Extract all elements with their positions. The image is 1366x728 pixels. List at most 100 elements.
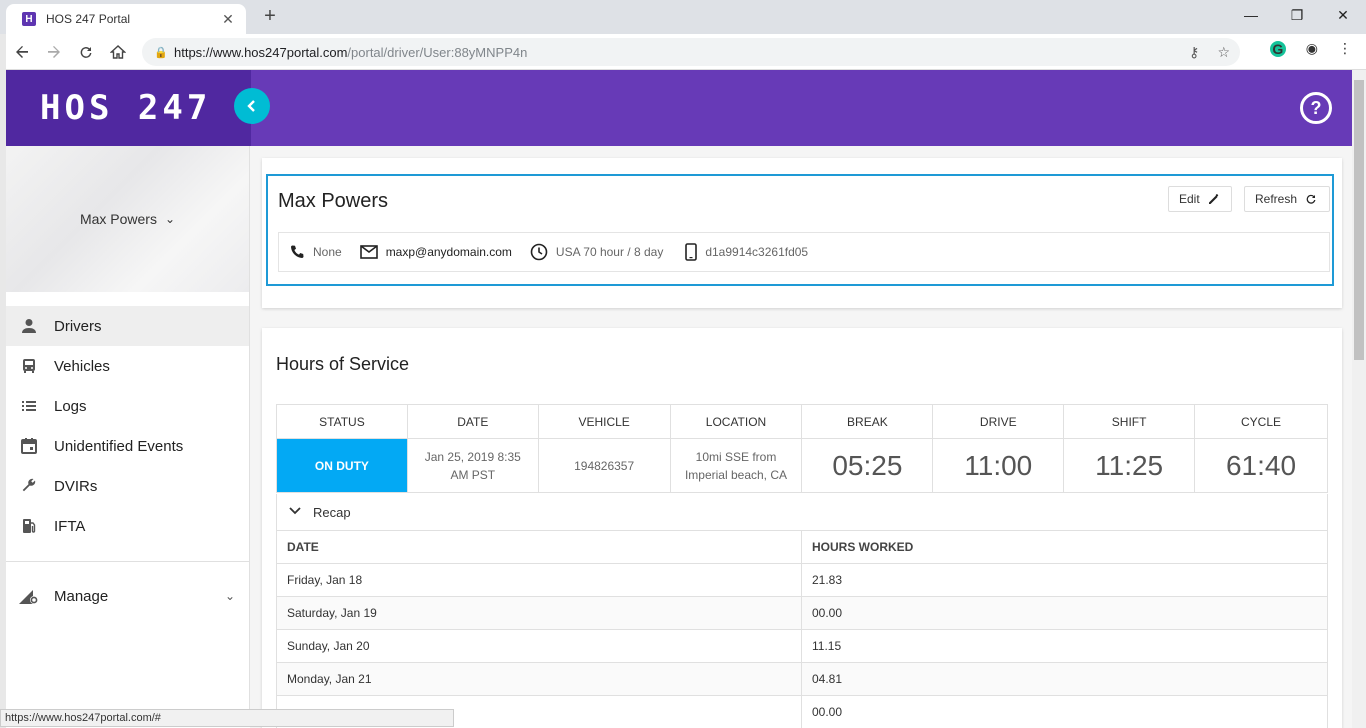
main-content: Max Powers Edit Refresh None maxp@anydom… [250,146,1352,728]
phone-value: None [313,245,342,259]
device-id-value: d1a9914c3261fd05 [705,245,809,259]
driver-info-row: None maxp@anydomain.com USA 70 hour / 8 … [278,232,1330,272]
page-scrollbar[interactable] [1352,70,1366,728]
sidebar-item-unidentified-events[interactable]: Unidentified Events [6,426,249,466]
recap-date: Monday, Jan 21 [276,662,802,696]
driver-name: Max Powers [278,190,389,212]
edit-label: Edit [1179,192,1200,206]
column-header: Location [669,404,803,439]
extensions: G ◉ ⋮ [1269,40,1352,57]
recap-table: Date Hours Worked Friday, Jan 18 21.83 S… [276,530,1328,728]
sidebar-item-vehicles[interactable]: Vehicles [6,346,249,386]
sidebar-item-logs[interactable]: Logs [6,386,249,426]
table-row: Saturday, Jan 19 00.00 [276,596,1328,630]
device-info: d1a9914c3261fd05 [685,243,808,261]
home-icon[interactable] [102,36,134,68]
column-header: Hours Worked [801,530,1328,564]
cycle-rule-info: USA 70 hour / 8 day [530,243,663,261]
url-path: /portal/driver/User:88yMNPP4n [347,44,528,60]
fuel-icon [18,517,40,535]
clock-icon [530,243,548,261]
manage-icon [18,586,40,606]
refresh-button[interactable]: Refresh [1244,186,1330,212]
profile-icon[interactable]: ◉ [1306,40,1318,57]
hos-vehicle: 194826357 [537,438,671,493]
column-header: Break [801,404,934,439]
browser-toolbar: 🔒 https://www.hos247portal.com/portal/dr… [0,34,1366,70]
scrollbar-thumb[interactable] [1354,80,1364,360]
status-badge: ON DUTY [276,438,408,493]
help-icon[interactable]: ? [1300,92,1332,124]
reload-icon[interactable] [70,36,102,68]
hours-of-service-card: Hours of Service Status Date Vehicle Loc… [262,328,1342,728]
key-icon[interactable]: ⚷ [1189,44,1199,61]
forward-icon[interactable] [38,36,70,68]
phone-device-icon [685,243,698,261]
star-icon[interactable]: ☆ [1217,44,1230,61]
chevron-down-icon: ⌄ [224,589,235,603]
menu-icon[interactable]: ⋮ [1338,40,1352,57]
sidebar-item-manage[interactable]: Manage ⌄ [6,576,249,616]
recap-hours: 04.81 [801,662,1328,696]
browser-status-bar: https://www.hos247portal.com/# [0,709,454,727]
phone-icon [289,244,305,260]
collapse-sidebar-icon[interactable] [234,88,270,124]
email-value: maxp@anydomain.com [385,245,512,259]
email-info: maxp@anydomain.com [359,245,512,259]
url-host: https://www.hos247portal.com [174,44,348,60]
window-close-icon[interactable]: ✕ [1320,0,1366,30]
chevron-down-icon [289,506,301,518]
sidebar-item-label: DVIRs [54,477,98,495]
sidebar-item-label: IFTA [54,517,86,535]
table-row: Monday, Jan 21 04.81 [276,662,1328,696]
driver-card: Max Powers Edit Refresh None maxp@anydom… [262,158,1342,308]
recap-header-row: Date Hours Worked [276,530,1328,564]
tab-close-icon[interactable]: ✕ [220,11,236,28]
recap-hours: 11.15 [801,629,1328,663]
recap-toggle[interactable]: Recap [276,494,1328,530]
column-header: Date [406,404,539,439]
user-profile-menu[interactable]: Max Powers ⌄ [6,146,249,292]
back-icon[interactable] [6,36,38,68]
table-row: Sunday, Jan 20 11.15 [276,629,1328,663]
brand-box: HOS 247 [6,70,251,146]
recap-hours: 00.00 [801,695,1328,728]
hos-table: Status Date Vehicle Location Break Drive… [276,404,1328,493]
column-header: Cycle [1194,404,1328,439]
browser-tab[interactable]: H HOS 247 Portal ✕ [6,4,246,34]
column-header: Vehicle [537,404,671,439]
hos-title: Hours of Service [276,354,410,374]
chevron-down-icon: ⌄ [164,212,176,226]
sidebar-item-drivers[interactable]: Drivers [6,306,249,346]
sidebar-divider [6,561,249,562]
window-controls: — ❐ ✕ [1228,0,1366,30]
new-tab-icon[interactable]: + [260,6,280,26]
recap-date: Sunday, Jan 20 [276,629,802,663]
app-header: HOS 247 ? [6,70,1352,146]
sidebar-item-label: Unidentified Events [54,437,184,455]
hos-header-row: Status Date Vehicle Location Break Drive… [276,404,1328,439]
brand-logo[interactable]: HOS 247 [40,88,211,128]
bus-icon [18,357,40,375]
table-row: ON DUTY Jan 25, 2019 8:35 AM PST 1948263… [276,438,1328,493]
column-header: Shift [1063,404,1196,439]
recap-label: Recap [313,504,351,520]
hos-location: 10mi SSE from Imperial beach, CA [669,438,803,493]
shift-time: 11:25 [1063,438,1196,493]
refresh-label: Refresh [1255,192,1298,206]
recap-date: Friday, Jan 18 [276,563,802,597]
sidebar-item-dvirs[interactable]: DVIRs [6,466,249,506]
grammarly-icon[interactable]: G [1269,40,1286,57]
favicon-icon: H [22,12,36,26]
sidebar-nav: Drivers Vehicles Logs Unidentified Event… [6,292,249,616]
url-bar[interactable]: 🔒 https://www.hos247portal.com/portal/dr… [142,38,1240,66]
maximize-icon[interactable]: ❐ [1274,0,1320,30]
minimize-icon[interactable]: — [1228,0,1274,30]
list-icon [18,397,40,415]
sidebar-item-label: Drivers [54,317,102,335]
refresh-icon [1306,194,1316,204]
tab-title: HOS 247 Portal [46,12,131,26]
column-header: Status [276,404,408,439]
sidebar-item-ifta[interactable]: IFTA [6,506,249,546]
edit-button[interactable]: Edit [1168,186,1232,212]
